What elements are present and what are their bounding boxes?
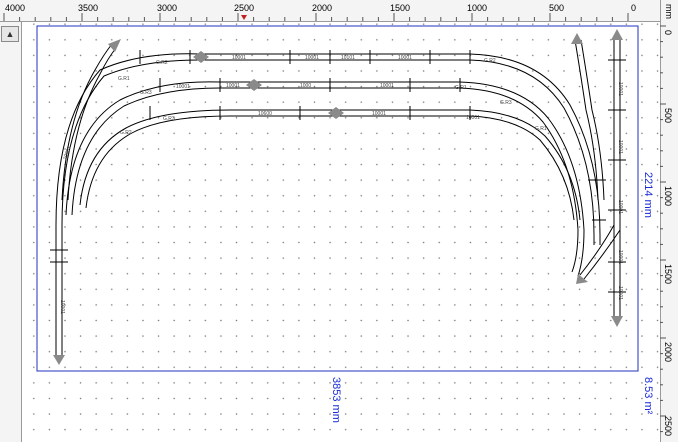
track-piece-label: 10600 <box>258 111 272 117</box>
track-inner-rail-a[interactable] <box>79 109 581 221</box>
endpoint-arrow-icon[interactable] <box>193 51 209 63</box>
track-right-spur-rail-b[interactable] <box>580 39 605 201</box>
width-dimension-label: 3853 mm <box>330 377 342 423</box>
track-piece-label: 1000 <box>300 83 311 89</box>
track-piece-label: G.R2 <box>120 130 132 136</box>
ruler-label: 500 <box>663 108 673 123</box>
track-piece-label: G.R1 <box>535 126 547 132</box>
ruler-label: 4000 <box>5 3 25 13</box>
track-piece-label: 10001 <box>305 55 319 61</box>
track-piece-label: G.R1 <box>455 85 467 91</box>
endpoint-arrow-icon[interactable] <box>246 79 262 91</box>
track-piece-labels: 10001 10001 10101 10001 10001 1000 10001… <box>59 55 623 314</box>
track-piece-label: G.R1 <box>118 76 130 82</box>
ruler-label: 1500 <box>390 3 410 13</box>
track-piece-label: 10001 <box>617 286 623 300</box>
vertical-ruler-labels: 0 500 1000 1500 2000 2500 <box>663 30 673 436</box>
track-left-spur-rail-b[interactable] <box>67 47 117 201</box>
ruler-label: 0 <box>631 3 636 13</box>
vertical-ruler-ticks <box>660 25 666 433</box>
track-piece-label: G.R3 <box>163 116 175 122</box>
ruler-label: 1000 <box>663 186 673 206</box>
track-middle-rail-a[interactable] <box>65 81 585 277</box>
track-piece-label: G.R3 <box>140 90 152 96</box>
area-dimension-label: 8.53 m² <box>642 377 654 415</box>
track-right-curve-rail-b[interactable] <box>583 229 621 280</box>
track-layout[interactable] <box>55 36 621 355</box>
ruler-label: 500 <box>549 3 564 13</box>
track-piece-label: 10001 <box>232 55 246 61</box>
ruler-label: 2500 <box>234 3 254 13</box>
track-piece-label: G.R2 <box>156 60 168 66</box>
track-piece-label: 10001 <box>226 83 240 89</box>
track-piece-label: 10001 <box>176 84 190 90</box>
ruler-label: 1500 <box>663 264 673 284</box>
track-piece-label: G.R2 <box>484 58 496 64</box>
endpoint-arrow-icon[interactable] <box>328 107 344 119</box>
height-dimension-label: 2214 mm <box>642 172 654 218</box>
track-piece-label: 10001 <box>617 250 623 264</box>
track-piece-label: G.R3 <box>500 100 512 106</box>
track-piece-label: 10001 <box>617 200 623 214</box>
endpoint-arrow-icon[interactable] <box>611 316 623 327</box>
endpoint-arrow-icon[interactable] <box>611 29 623 40</box>
track-piece-label: 10001 <box>380 83 394 89</box>
ruler-position-marker <box>241 15 247 20</box>
ruler-label: 2000 <box>663 342 673 362</box>
endpoint-arrow-icon[interactable] <box>571 33 583 44</box>
track-inner-rail-b[interactable] <box>85 115 575 221</box>
ruler-label: 2000 <box>312 3 332 13</box>
track-piece-label: 10001 <box>617 140 623 154</box>
track-right-curve-rail-a[interactable] <box>579 224 615 276</box>
track-outer-rail-a[interactable] <box>55 53 601 355</box>
track-piece-label: 10001 <box>466 115 480 121</box>
endpoint-arrow-icon[interactable] <box>53 355 65 365</box>
track-piece-label: 10001 <box>398 55 412 61</box>
track-outer-rail-b[interactable] <box>61 59 595 355</box>
track-piece-label: 10001 <box>617 82 623 96</box>
ruler-label: 1000 <box>467 3 487 13</box>
horizontal-ruler-ticks <box>3 13 629 21</box>
track-joints <box>50 50 626 293</box>
endpoint-arrow-icon[interactable] <box>108 39 121 52</box>
horizontal-ruler-labels: 4000 3500 3000 2500 2000 1500 1000 500 0 <box>5 3 636 13</box>
ruler-label: 2500 <box>663 416 673 436</box>
ruler-label: 0 <box>663 30 673 35</box>
track-piece-label: 10101 <box>341 55 355 61</box>
track-piece-label: 10001 <box>59 300 65 314</box>
ruler-label: 3500 <box>78 3 98 13</box>
ruler-label: 3000 <box>157 3 177 13</box>
track-piece-label: 10001 <box>372 111 386 117</box>
